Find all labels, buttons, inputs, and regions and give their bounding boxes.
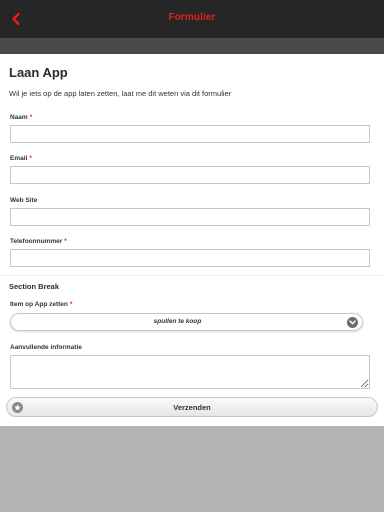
telefoon-field[interactable] (10, 249, 370, 267)
item-select-label-text: Item op App zetten (10, 301, 68, 308)
form-container: Laan App Wil je iets op de app laten zet… (0, 54, 384, 426)
submit-label: Verzenden (173, 403, 211, 412)
page-title: Formulier (168, 12, 216, 23)
required-marker: * (69, 301, 73, 308)
naam-label: Naam * (10, 114, 32, 121)
form-title: Laan App (9, 65, 68, 80)
item-select-label: Item op App zetten * (10, 301, 72, 308)
email-label-text: Email (10, 155, 28, 162)
email-field[interactable] (10, 166, 370, 184)
top-bar: Formulier (0, 0, 384, 38)
naam-field[interactable] (10, 125, 370, 143)
website-label: Web Site (10, 197, 37, 204)
naam-label-text: Naam (10, 114, 28, 121)
submit-button[interactable]: Verzenden (6, 397, 378, 417)
required-marker: * (29, 155, 32, 162)
form-description: Wil je iets op de app laten zetten, laat… (9, 89, 232, 98)
required-marker: * (64, 238, 67, 245)
item-select-value: spullen te koop (153, 318, 202, 325)
website-label-text: Web Site (10, 197, 38, 204)
extra-info-textarea[interactable] (10, 355, 370, 389)
extra-info-label: Aanvullende informatie (10, 344, 82, 351)
header-divider (0, 38, 384, 54)
item-select-dropdown[interactable]: spullen te koop (10, 313, 363, 331)
section-divider (0, 275, 384, 276)
chevron-down-icon (347, 317, 358, 328)
email-label: Email * (10, 155, 32, 162)
extra-info-label-text: Aanvullende informatie (10, 344, 82, 351)
website-field[interactable] (10, 208, 370, 226)
telefoon-label: Telefoonnummer * (10, 238, 67, 245)
telefoon-label-text: Telefoonnummer (10, 238, 63, 245)
required-marker: * (29, 114, 33, 121)
section-break-title: Section Break (9, 282, 60, 291)
